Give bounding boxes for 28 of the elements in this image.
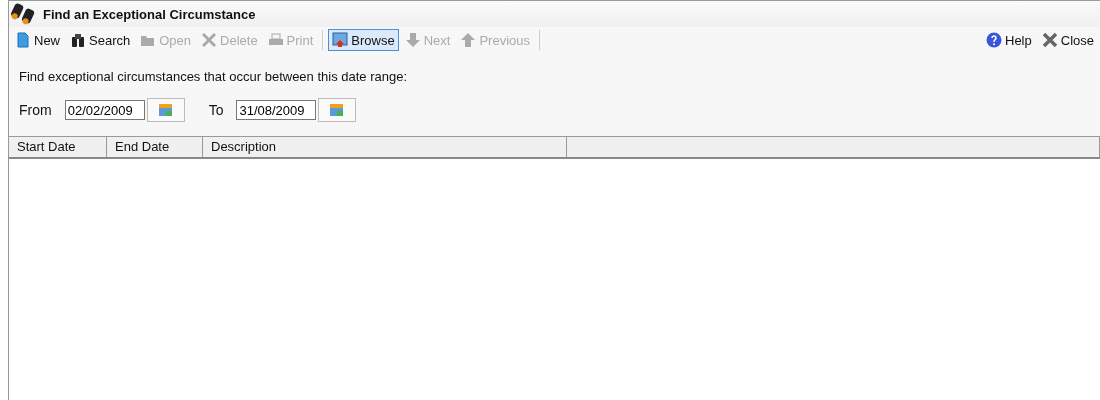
up-arrow-icon — [461, 33, 476, 47]
binoculars-icon — [72, 34, 84, 47]
browse-icon — [332, 32, 348, 47]
toolbar-button[interactable]: Help — [982, 29, 1036, 51]
help-icon — [986, 32, 1002, 48]
calendar-button[interactable] — [146, 98, 185, 122]
cross-icon — [201, 32, 217, 48]
close-icon — [1042, 32, 1058, 48]
date-label: From — [19, 102, 52, 118]
down-arrow-icon — [405, 33, 420, 47]
instruction-text: Find exceptional circumstances that occur between this date range: — [19, 69, 409, 84]
date-label: To — [208, 102, 224, 118]
toolbar-button[interactable]: New — [11, 29, 64, 51]
toolbar-button[interactable]: Search — [66, 29, 135, 51]
toolbar-button[interactable]: Close — [1037, 29, 1098, 51]
folder-icon — [141, 36, 155, 46]
column-header[interactable]: Start Date — [9, 137, 107, 157]
date-field[interactable]: 31/08/2009 — [236, 100, 317, 120]
calendar-button[interactable] — [318, 98, 357, 122]
window-title: Find an Exceptional Circumstance — [43, 6, 256, 22]
calendar-icon — [329, 102, 346, 118]
date-field[interactable]: 02/02/2009 — [64, 100, 145, 120]
column-header[interactable]: Description — [203, 137, 567, 157]
printer-icon — [268, 33, 283, 45]
calendar-icon — [157, 102, 174, 118]
document-icon — [17, 32, 29, 48]
toolbar-button[interactable]: Browse — [328, 29, 399, 51]
column-header[interactable]: End Date — [107, 137, 203, 157]
